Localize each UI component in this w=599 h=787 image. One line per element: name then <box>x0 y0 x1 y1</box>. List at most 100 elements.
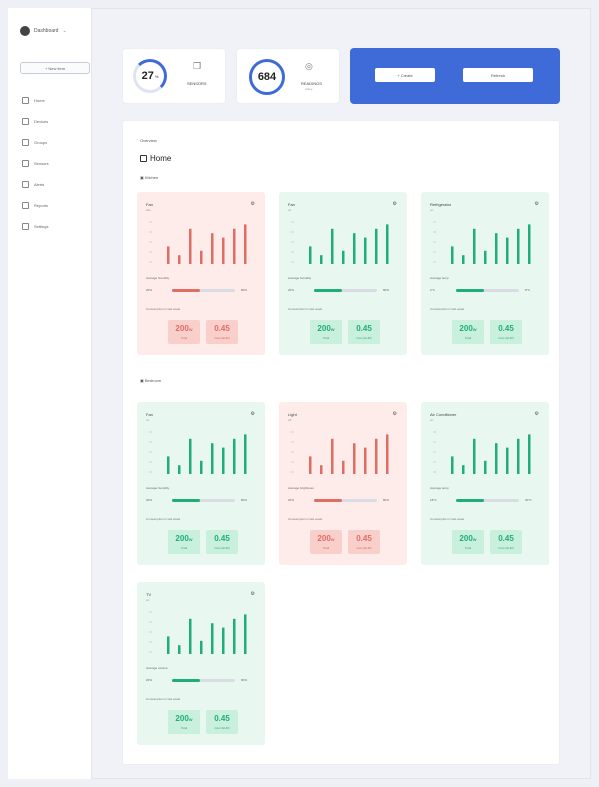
refresh-button[interactable]: Refresh <box>463 68 533 82</box>
chart-bar <box>189 618 192 654</box>
group-title-bedroom: ▣ Bedroom <box>140 378 162 383</box>
section-label: Overview <box>140 138 157 143</box>
chart-bar <box>386 434 389 474</box>
total-unit: W <box>472 327 477 332</box>
metric-bar <box>172 499 235 502</box>
sidebar-item-home[interactable]: Home <box>22 90 49 111</box>
chart-bar <box>222 627 225 654</box>
metric-high: 80% <box>241 288 248 292</box>
chart-bar <box>200 250 203 264</box>
groups-icon <box>22 139 29 146</box>
chart-bar <box>178 645 181 654</box>
device-name: Fan <box>288 202 295 207</box>
device-status: on <box>430 208 434 212</box>
group-title-text: Bedroom <box>144 378 162 383</box>
avatar <box>20 26 30 36</box>
settings-icon[interactable]: ⚙ <box>393 411 397 417</box>
group-title-kitchen: ▣ Kitchen <box>140 175 159 180</box>
sidebar-item-devices[interactable]: Devices <box>22 111 49 132</box>
total-caption: Total <box>180 726 188 730</box>
chart-bar <box>375 228 378 264</box>
chart-bar <box>528 224 531 264</box>
sidebar-item-alerts[interactable]: Alerts <box>22 174 49 195</box>
total-box: 200W Total <box>452 320 484 344</box>
device-card[interactable]: Fan idle ⚙ Average humidity 20% 80% Consumptio… <box>137 192 265 355</box>
stat-value: 27 <box>141 70 154 82</box>
total-value: 200 <box>317 534 331 543</box>
sidebar-item-settings[interactable]: Settings <box>22 216 49 237</box>
chevron-down-icon: ⌄ <box>62 28 67 34</box>
progress-ring: 684 <box>249 59 285 95</box>
sidebar-item-label: Reports <box>34 203 49 208</box>
chart-bar <box>320 255 323 264</box>
device-card[interactable]: Refrigerator on ⚙ Average temp 2°C 8°C Consump… <box>421 192 549 355</box>
cost-box: 0.45 Cost (EUR) <box>206 320 238 344</box>
total-box: 200W Total <box>168 530 200 554</box>
chart-bar <box>233 618 236 654</box>
device-card[interactable]: Air Conditioner on ⚙ Average temp 18°C 30°C Co… <box>421 402 549 565</box>
settings-icon[interactable]: ⚙ <box>535 411 539 417</box>
chart-bar <box>233 438 236 474</box>
cost-value: 0.45 <box>498 324 514 333</box>
chart-bar <box>375 438 378 474</box>
total-unit: W <box>472 537 477 542</box>
usage-chart <box>291 221 389 264</box>
card-description: Consumption in last week <box>288 307 323 311</box>
total-value: 200 <box>175 714 189 723</box>
metric-high: 80% <box>383 288 390 292</box>
chart-bar <box>178 465 181 474</box>
sidebar-item-label: Sensors <box>34 161 49 166</box>
metric-bar <box>314 289 377 292</box>
sidebar-item-sensors[interactable]: Sensors <box>22 153 49 174</box>
chart-bar <box>331 228 334 264</box>
total-box: 200W Total <box>310 530 342 554</box>
user-menu[interactable]: Dashboard ⌄ <box>20 26 67 36</box>
stat-card-sensors: 27% ❐ SENSORS <box>122 48 226 104</box>
chart-bar <box>189 438 192 474</box>
usage-chart <box>149 221 247 264</box>
settings-icon[interactable]: ⚙ <box>393 201 397 207</box>
chart-bar <box>484 460 487 474</box>
metric-bar-fill <box>456 289 485 292</box>
total-unit: W <box>188 327 193 332</box>
device-name: Fan <box>146 202 153 207</box>
metric-label: Average temp <box>430 276 449 280</box>
settings-icon[interactable]: ⚙ <box>535 201 539 207</box>
cost-caption: Cost (EUR) <box>356 546 372 550</box>
metric-low: 20% <box>146 498 153 502</box>
chart-bar <box>506 237 509 264</box>
metric-bar-fill <box>172 289 201 292</box>
metric-high: 80% <box>241 498 248 502</box>
chart-bar <box>222 447 225 474</box>
metric-label: Average temp <box>430 486 449 490</box>
document-icon: ❐ <box>193 61 202 71</box>
total-value: 200 <box>175 534 189 543</box>
cost-box: 0.45 Cost (EUR) <box>490 530 522 554</box>
settings-icon[interactable]: ⚙ <box>251 411 255 417</box>
device-card[interactable]: Fan on ⚙ Average humidity 20% 80% Consumption … <box>137 402 265 565</box>
chart-bar <box>484 250 487 264</box>
stat-value: 684 <box>257 71 277 83</box>
chart-bar <box>495 443 498 474</box>
create-button[interactable]: + Create <box>375 68 435 82</box>
chart-bar <box>200 460 203 474</box>
metric-low: 20% <box>288 288 295 292</box>
device-status: on <box>288 208 292 212</box>
cost-caption: Cost (EUR) <box>356 336 372 340</box>
settings-icon[interactable]: ⚙ <box>251 591 255 597</box>
device-card[interactable]: Fan on ⚙ Average humidity 20% 80% Consumption … <box>279 192 407 355</box>
home-icon <box>22 97 29 104</box>
device-card[interactable]: TV on ⚙ Average volume 20% 80% Consumption in … <box>137 582 265 745</box>
target-icon: ◎ <box>305 61 313 71</box>
device-name: Air Conditioner <box>430 412 457 417</box>
settings-icon[interactable]: ⚙ <box>251 201 255 207</box>
new-item-button[interactable]: + New item <box>20 62 90 74</box>
chart-bar <box>211 233 214 264</box>
device-card[interactable]: Light off ⚙ Average brightness 20% 80% Consump… <box>279 402 407 565</box>
sidebar-item-groups[interactable]: Groups <box>22 132 49 153</box>
progress-ring: 27% <box>133 59 167 93</box>
sidebar-item-reports[interactable]: Reports <box>22 195 49 216</box>
sidebar-item-label: Devices <box>34 119 49 124</box>
card-description: Consumption in last week <box>430 307 465 311</box>
sensors-icon <box>22 160 29 167</box>
